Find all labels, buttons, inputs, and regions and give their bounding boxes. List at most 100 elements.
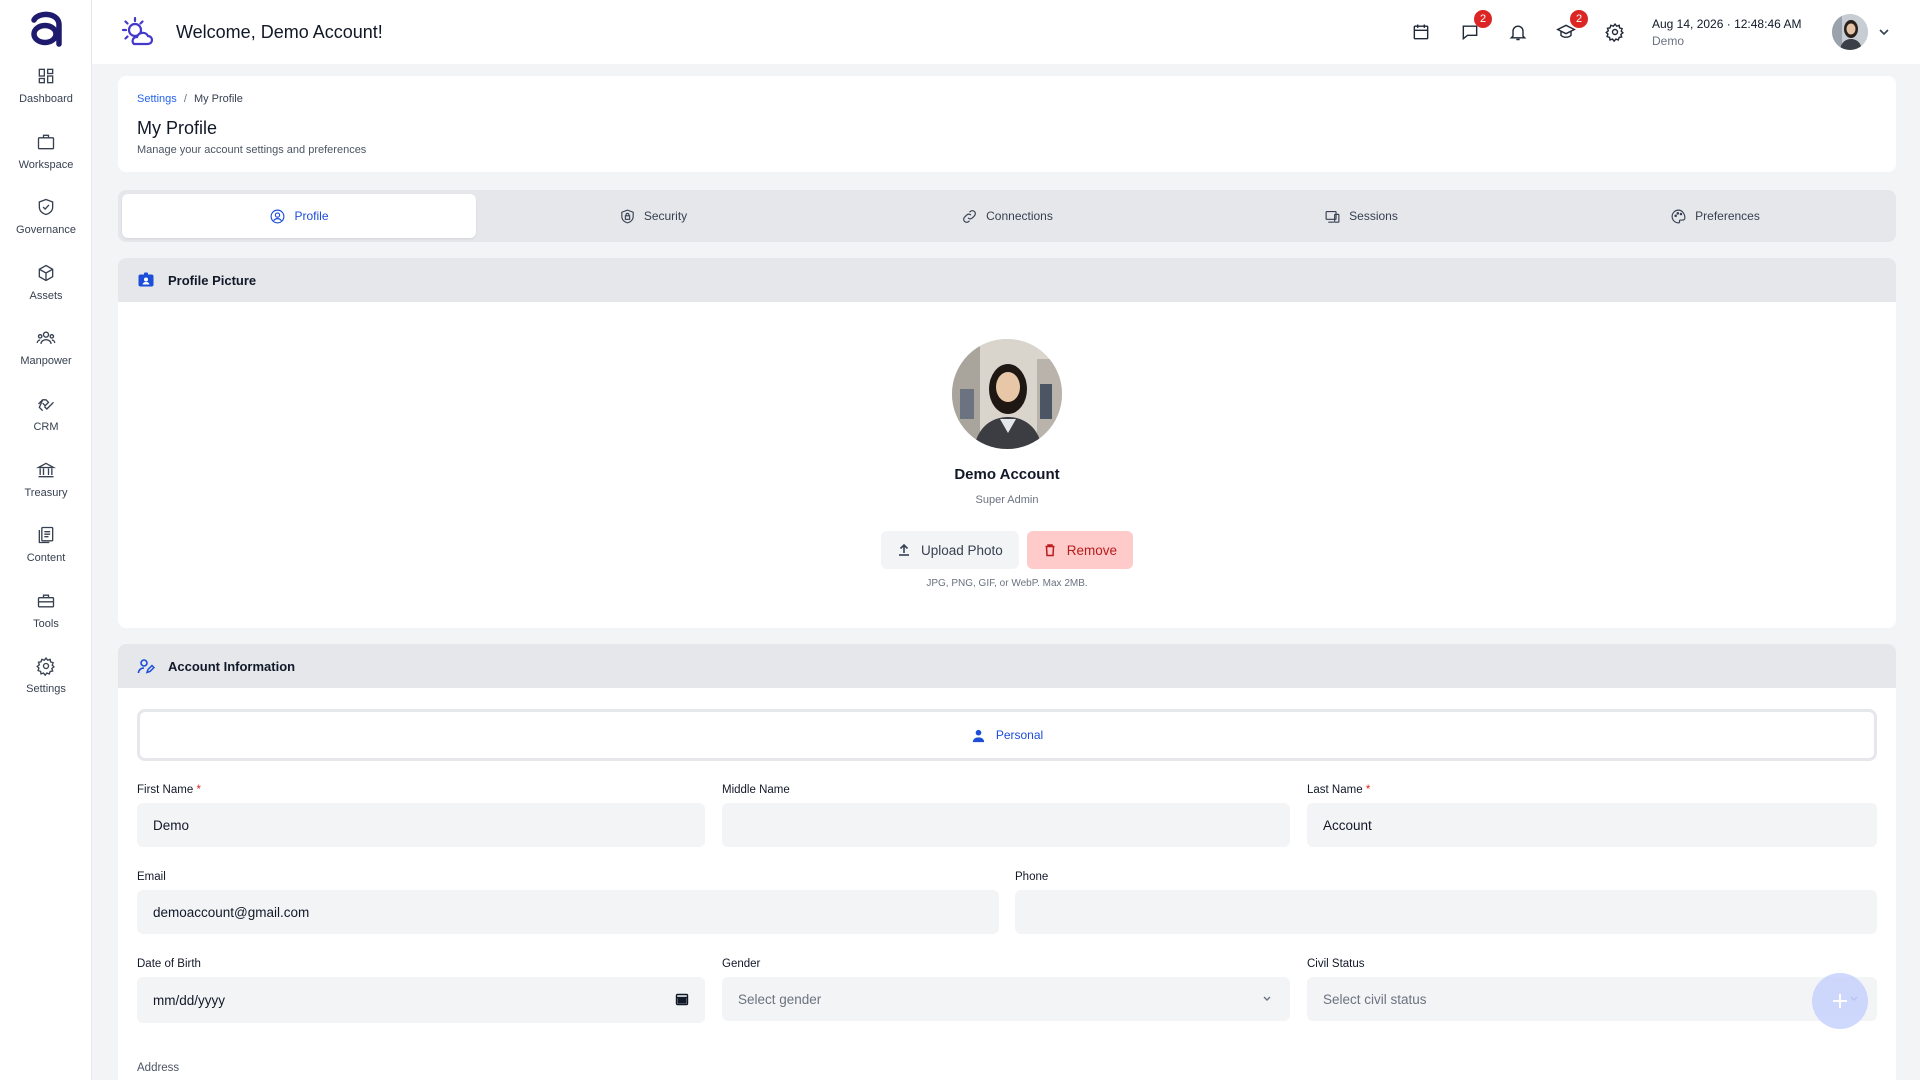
- shield-check-icon: [38, 198, 54, 216]
- required-mark: *: [196, 784, 201, 796]
- photo-format-hint: JPG, PNG, GIF, or WebP. Max 2MB.: [926, 578, 1088, 589]
- sidebar-nav: Dashboard Workspace Governance Assets Ma…: [0, 60, 92, 716]
- tab-security[interactable]: Security: [476, 194, 830, 238]
- tab-connections[interactable]: Connections: [830, 194, 1184, 238]
- sidebar-item-settings[interactable]: Settings: [0, 650, 92, 716]
- profile-photo-image: [952, 339, 1062, 449]
- plus-icon: [1833, 994, 1847, 1008]
- sidebar-item-label: Manpower: [20, 355, 72, 368]
- tab-label: Connections: [986, 209, 1053, 223]
- profile-tabs: Profile Security Connections Sessions Pr…: [118, 190, 1896, 242]
- middle-name-input[interactable]: [722, 803, 1290, 847]
- sidebar-item-treasury[interactable]: Treasury: [0, 454, 92, 520]
- calendar-icon[interactable]: [675, 992, 689, 1006]
- first-name-input[interactable]: Demo: [137, 803, 705, 847]
- floating-add-button[interactable]: [1812, 973, 1868, 1029]
- trash-icon: [1045, 544, 1055, 557]
- sidebar-item-workspace[interactable]: Workspace: [0, 126, 92, 192]
- email-field[interactable]: demoaccount@gmail.com: [137, 890, 999, 934]
- page-header: Settings / My Profile My Profile Manage …: [118, 76, 1896, 172]
- learning-badge: 2: [1570, 10, 1588, 28]
- date-of-birth-input[interactable]: mm/dd/yyyy: [137, 977, 705, 1023]
- sidebar-item-dashboard[interactable]: Dashboard: [0, 60, 92, 126]
- section-header: Account Information: [118, 644, 1896, 688]
- datetime-display: Aug 14, 2026 · 12:48:46 AM Demo: [1652, 17, 1802, 48]
- label-text: Last Name: [1307, 784, 1363, 796]
- calendar-button[interactable]: [1409, 20, 1433, 44]
- sidebar-item-governance[interactable]: Governance: [0, 191, 92, 257]
- remove-photo-button[interactable]: Remove: [1026, 531, 1134, 569]
- dob-label: Date of Birth: [137, 958, 201, 970]
- sidebar-item-label: Dashboard: [19, 93, 73, 105]
- handshake-icon: [38, 399, 54, 412]
- gender-label: Gender: [722, 958, 761, 970]
- calendar-icon: [1413, 24, 1429, 40]
- remove-photo-label: Remove: [1066, 542, 1118, 558]
- sidebar-item-label: Settings: [26, 683, 66, 696]
- civil-status-label: Civil Status: [1307, 958, 1365, 970]
- upload-photo-button[interactable]: Upload Photo: [880, 531, 1019, 569]
- sidebar-item-content[interactable]: Content: [0, 519, 92, 585]
- breadcrumb-settings-link[interactable]: Settings: [137, 93, 177, 105]
- section-title: Account Information: [168, 658, 296, 674]
- last-name-input[interactable]: Account: [1307, 803, 1877, 847]
- learning-button[interactable]: 2: [1554, 10, 1588, 44]
- toolbox-icon: [37, 594, 55, 608]
- address-label: Address: [137, 1062, 180, 1074]
- app-logo[interactable]: [28, 10, 64, 48]
- last-name-label: Last Name *: [1307, 784, 1370, 796]
- notifications-button[interactable]: [1506, 20, 1530, 44]
- middle-name-label: Middle Name: [722, 784, 790, 796]
- sidebar-item-label: Governance: [16, 224, 76, 237]
- tab-profile[interactable]: Profile: [122, 194, 476, 238]
- shield-lock-icon: [621, 209, 634, 223]
- messages-badge: 2: [1474, 10, 1492, 28]
- users-icon: [36, 331, 56, 345]
- profile-name: Demo Account: [954, 466, 1060, 483]
- person-icon: [972, 729, 984, 742]
- civil-status-placeholder: Select civil status: [1323, 991, 1427, 1007]
- tab-label: Sessions: [1349, 209, 1398, 223]
- page-title: My Profile: [137, 118, 218, 138]
- sidebar-item-label: Workspace: [18, 158, 74, 171]
- topbar: Welcome, Demo Account! 2 2 Aug 14, 2026 …: [92, 0, 1920, 64]
- breadcrumb: Settings / My Profile: [137, 93, 243, 105]
- civil-status-select[interactable]: Select civil status: [1307, 977, 1877, 1021]
- section-header: Profile Picture: [118, 258, 1896, 302]
- label-text: First Name: [137, 784, 194, 796]
- user-photo: [1832, 14, 1868, 50]
- settings-button[interactable]: [1603, 20, 1627, 44]
- user-avatar[interactable]: [1832, 14, 1868, 50]
- required-mark: *: [1365, 784, 1371, 796]
- sidebar-item-crm[interactable]: CRM: [0, 388, 92, 454]
- email-label: Email: [137, 871, 166, 883]
- sidebar-item-label: Treasury: [24, 486, 68, 499]
- sidebar-item-assets[interactable]: Assets: [0, 257, 92, 323]
- upload-photo-label: Upload Photo: [920, 542, 1003, 558]
- upload-icon: [898, 543, 909, 556]
- tab-preferences[interactable]: Preferences: [1538, 194, 1892, 238]
- devices-icon: [1325, 210, 1340, 223]
- welcome-message: Welcome, Demo Account!: [176, 22, 383, 42]
- photo-actions: Upload Photo Remove: [118, 531, 1896, 569]
- sidebar-item-label: CRM: [33, 420, 59, 433]
- gear-icon: [36, 657, 55, 677]
- gear-icon: [1605, 22, 1624, 42]
- phone-field[interactable]: [1015, 890, 1877, 934]
- segment-personal[interactable]: Personal: [137, 709, 1877, 761]
- sidebar-item-tools[interactable]: Tools: [0, 585, 92, 651]
- dashboard-icon: [38, 68, 54, 84]
- sidebar-item-manpower[interactable]: Manpower: [0, 322, 92, 388]
- messages-button[interactable]: 2: [1458, 10, 1492, 44]
- dob-value: mm/dd/yyyy: [153, 992, 226, 1008]
- gender-select[interactable]: Select gender: [722, 977, 1290, 1021]
- user-circle-icon: [271, 209, 285, 223]
- tab-label: Profile: [294, 209, 329, 223]
- profile-role: Super Admin: [975, 494, 1039, 506]
- breadcrumb-current: My Profile: [193, 93, 243, 105]
- sidebar-item-label: Assets: [29, 289, 63, 302]
- section-title: Profile Picture: [168, 272, 257, 288]
- chevron-down-icon[interactable]: [1876, 24, 1892, 40]
- cube-icon: [38, 264, 54, 282]
- tab-sessions[interactable]: Sessions: [1184, 194, 1538, 238]
